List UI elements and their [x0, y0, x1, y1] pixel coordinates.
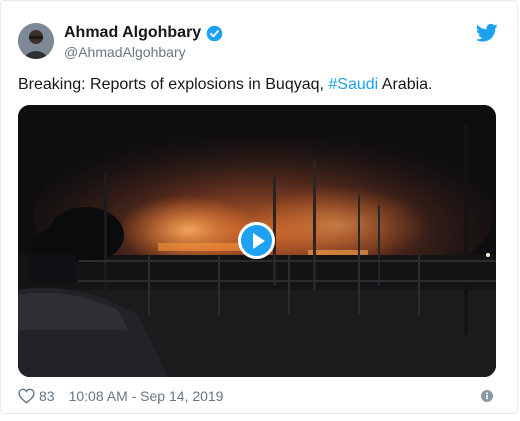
verified-badge-icon: [206, 25, 223, 41]
like-count[interactable]: 83: [39, 388, 55, 404]
avatar[interactable]: [18, 23, 54, 59]
play-button[interactable]: [238, 222, 275, 259]
play-icon: [252, 232, 265, 249]
hashtag-link[interactable]: #Saudi: [328, 76, 378, 93]
display-name[interactable]: Ahmad Algohbary: [64, 24, 201, 42]
video-player[interactable]: [18, 105, 496, 377]
heart-icon[interactable]: [18, 388, 35, 404]
info-icon[interactable]: [481, 390, 493, 402]
tweet-card[interactable]: Ahmad Algohbary @AhmadAlgohbary Breaking…: [0, 0, 518, 414]
timestamp[interactable]: 10:08 AM - Sep 14, 2019: [69, 388, 224, 404]
tweet-text: Breaking: Reports of explosions in Buqya…: [18, 76, 433, 94]
tweet-text-part: Breaking: Reports of explosions in Buqya…: [18, 76, 329, 93]
tweet-footer: 83 10:08 AM - Sep 14, 2019: [18, 388, 223, 404]
tweet-text-part: Arabia.: [378, 76, 433, 93]
twitter-bird-icon[interactable]: [476, 23, 498, 43]
user-handle[interactable]: @AhmadAlgohbary: [64, 44, 186, 60]
